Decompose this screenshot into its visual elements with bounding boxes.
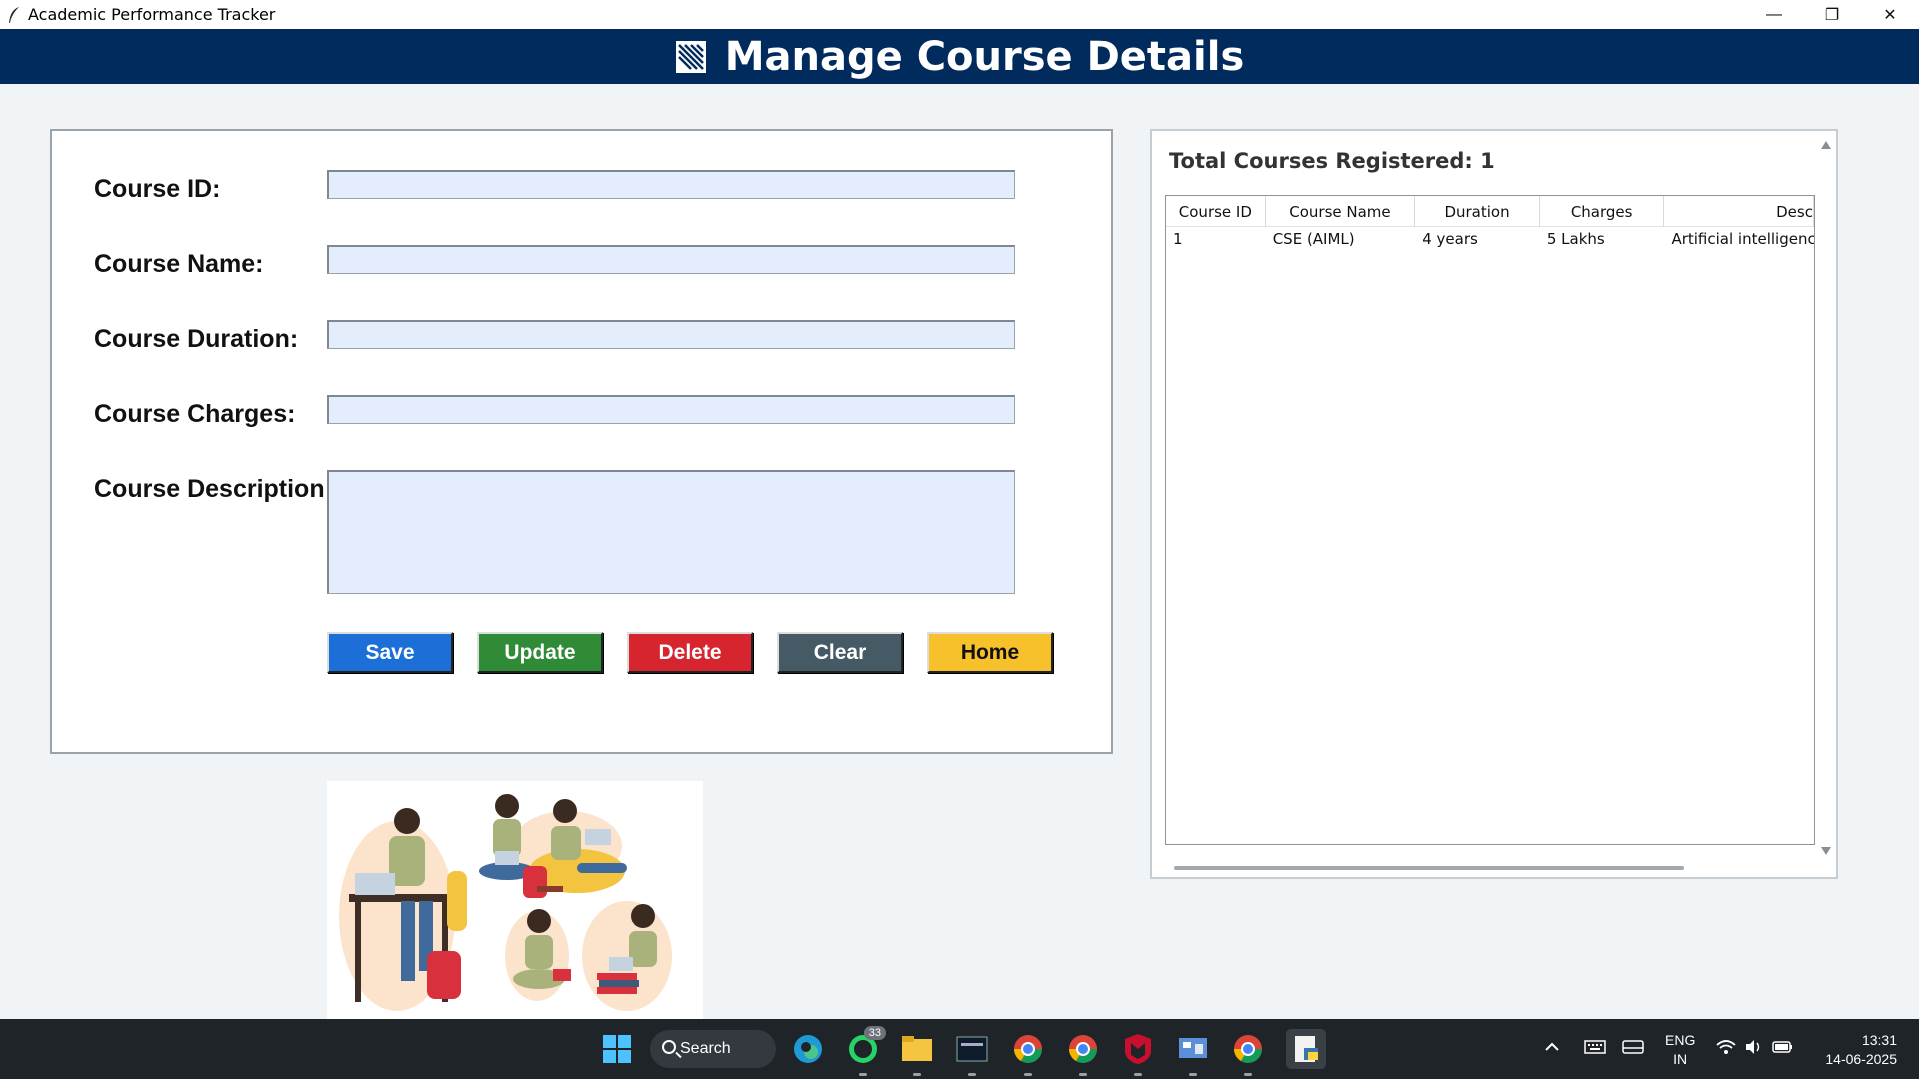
course-name-label: Course Name: — [94, 250, 264, 278]
students-illustration-image — [339, 794, 672, 1011]
column-header-charges[interactable]: Charges — [1540, 196, 1665, 227]
course-list-panel: Total Courses Registered: 1 Course ID Co… — [1150, 129, 1838, 879]
page-title: Manage Course Details — [724, 33, 1245, 80]
scroll-up-arrow-icon[interactable] — [1821, 141, 1831, 149]
vertical-scrollbar[interactable] — [1818, 135, 1834, 855]
minimize-button[interactable]: — — [1745, 0, 1803, 29]
column-header-description[interactable]: Desc — [1664, 196, 1814, 227]
course-table[interactable]: Course ID Course Name Duration Charges D… — [1165, 195, 1815, 845]
course-duration-label: Course Duration: — [94, 325, 299, 353]
close-button[interactable]: ✕ — [1861, 0, 1919, 29]
course-charges-label: Course Charges: — [94, 400, 296, 428]
chevron-up-icon[interactable] — [1544, 1039, 1560, 1058]
horizontal-scrollbar[interactable] — [1174, 866, 1684, 870]
running-indicator — [968, 1073, 976, 1076]
course-name-input[interactable] — [327, 245, 1015, 274]
restore-button[interactable]: ❐ — [1803, 0, 1861, 29]
cell-description: Artificial intelligence a — [1671, 230, 1814, 248]
window-title: Academic Performance Tracker — [28, 5, 276, 24]
delete-button[interactable]: Delete — [627, 632, 753, 673]
table-header: Course ID Course Name Duration Charges D… — [1166, 196, 1814, 227]
keyboard-icon[interactable] — [1584, 1039, 1606, 1058]
tablet-mode-icon[interactable] — [1622, 1039, 1644, 1058]
windows-taskbar: Search 33 ENG IN 13:31 14-06-2025 — [0, 1019, 1919, 1079]
language-indicator[interactable]: ENG IN — [1665, 1031, 1695, 1069]
windows-start-icon[interactable] — [600, 1032, 634, 1066]
page-header: Manage Course Details — [0, 29, 1919, 84]
mysql-icon[interactable] — [955, 1032, 989, 1076]
edge-icon[interactable] — [791, 1032, 825, 1066]
taskbar-clock[interactable]: 13:31 14-06-2025 — [1825, 1031, 1897, 1069]
whatsapp-icon[interactable]: 33 — [846, 1026, 886, 1076]
wifi-icon — [1716, 1039, 1736, 1058]
students-illustration — [327, 781, 703, 1019]
running-indicator — [1079, 1073, 1087, 1076]
notebook-icon — [675, 40, 706, 73]
table-row[interactable]: 1 CSE (AIML) 4 years 5 Lakhs Artificial … — [1166, 227, 1814, 251]
chrome-profile-icon[interactable] — [1066, 1032, 1100, 1076]
feather-icon — [9, 6, 19, 23]
course-charges-input[interactable] — [327, 395, 1015, 424]
running-indicator — [1189, 1073, 1197, 1076]
running-indicator — [859, 1073, 867, 1076]
course-description-label: Course Description: — [94, 475, 333, 503]
volume-icon — [1744, 1039, 1764, 1058]
clock-date: 14-06-2025 — [1825, 1051, 1897, 1067]
clock-time: 13:31 — [1861, 1032, 1897, 1048]
column-header-duration[interactable]: Duration — [1415, 196, 1540, 227]
column-header-course-name[interactable]: Course Name — [1266, 196, 1416, 227]
language-code: ENG — [1665, 1032, 1696, 1048]
taskbar-search-box[interactable]: Search — [650, 1030, 776, 1068]
home-button[interactable]: Home — [927, 632, 1053, 673]
region-code: IN — [1673, 1051, 1688, 1067]
chrome-alt-icon[interactable] — [1231, 1032, 1265, 1076]
column-header-course-id[interactable]: Course ID — [1166, 196, 1266, 227]
search-icon — [662, 1040, 676, 1054]
course-duration-input[interactable] — [327, 320, 1015, 349]
battery-icon — [1772, 1039, 1794, 1058]
update-button[interactable]: Update — [477, 632, 603, 673]
scroll-down-arrow-icon[interactable] — [1821, 847, 1831, 855]
mcafee-icon[interactable] — [1121, 1032, 1155, 1076]
cell-course-id: 1 — [1173, 230, 1183, 248]
course-form-panel: Course ID: Course Name: Course Duration:… — [50, 129, 1113, 754]
running-indicator — [1024, 1073, 1032, 1076]
window-titlebar: Academic Performance Tracker — ❐ ✕ — [0, 0, 1919, 29]
file-explorer-icon[interactable] — [900, 1032, 934, 1076]
running-indicator — [913, 1073, 921, 1076]
cell-charges: 5 Lakhs — [1546, 230, 1605, 248]
taskbar-search-label: Search — [680, 1040, 731, 1057]
clear-button[interactable]: Clear — [777, 632, 903, 673]
save-button[interactable]: Save — [327, 632, 453, 673]
cell-duration: 4 years — [1422, 230, 1478, 248]
total-courses-label: Total Courses Registered: 1 — [1169, 149, 1495, 173]
course-id-input[interactable] — [327, 170, 1015, 199]
course-description-textarea[interactable] — [327, 470, 1015, 594]
whatsapp-badge: 33 — [863, 1026, 886, 1040]
running-indicator — [1134, 1073, 1142, 1076]
cell-course-name: CSE (AIML) — [1272, 230, 1355, 248]
chrome-icon[interactable] — [1011, 1032, 1045, 1076]
python-idle-icon[interactable] — [1286, 1029, 1326, 1069]
control-panel-icon[interactable] — [1176, 1032, 1210, 1076]
running-indicator — [1244, 1073, 1252, 1076]
course-id-label: Course ID: — [94, 175, 221, 203]
